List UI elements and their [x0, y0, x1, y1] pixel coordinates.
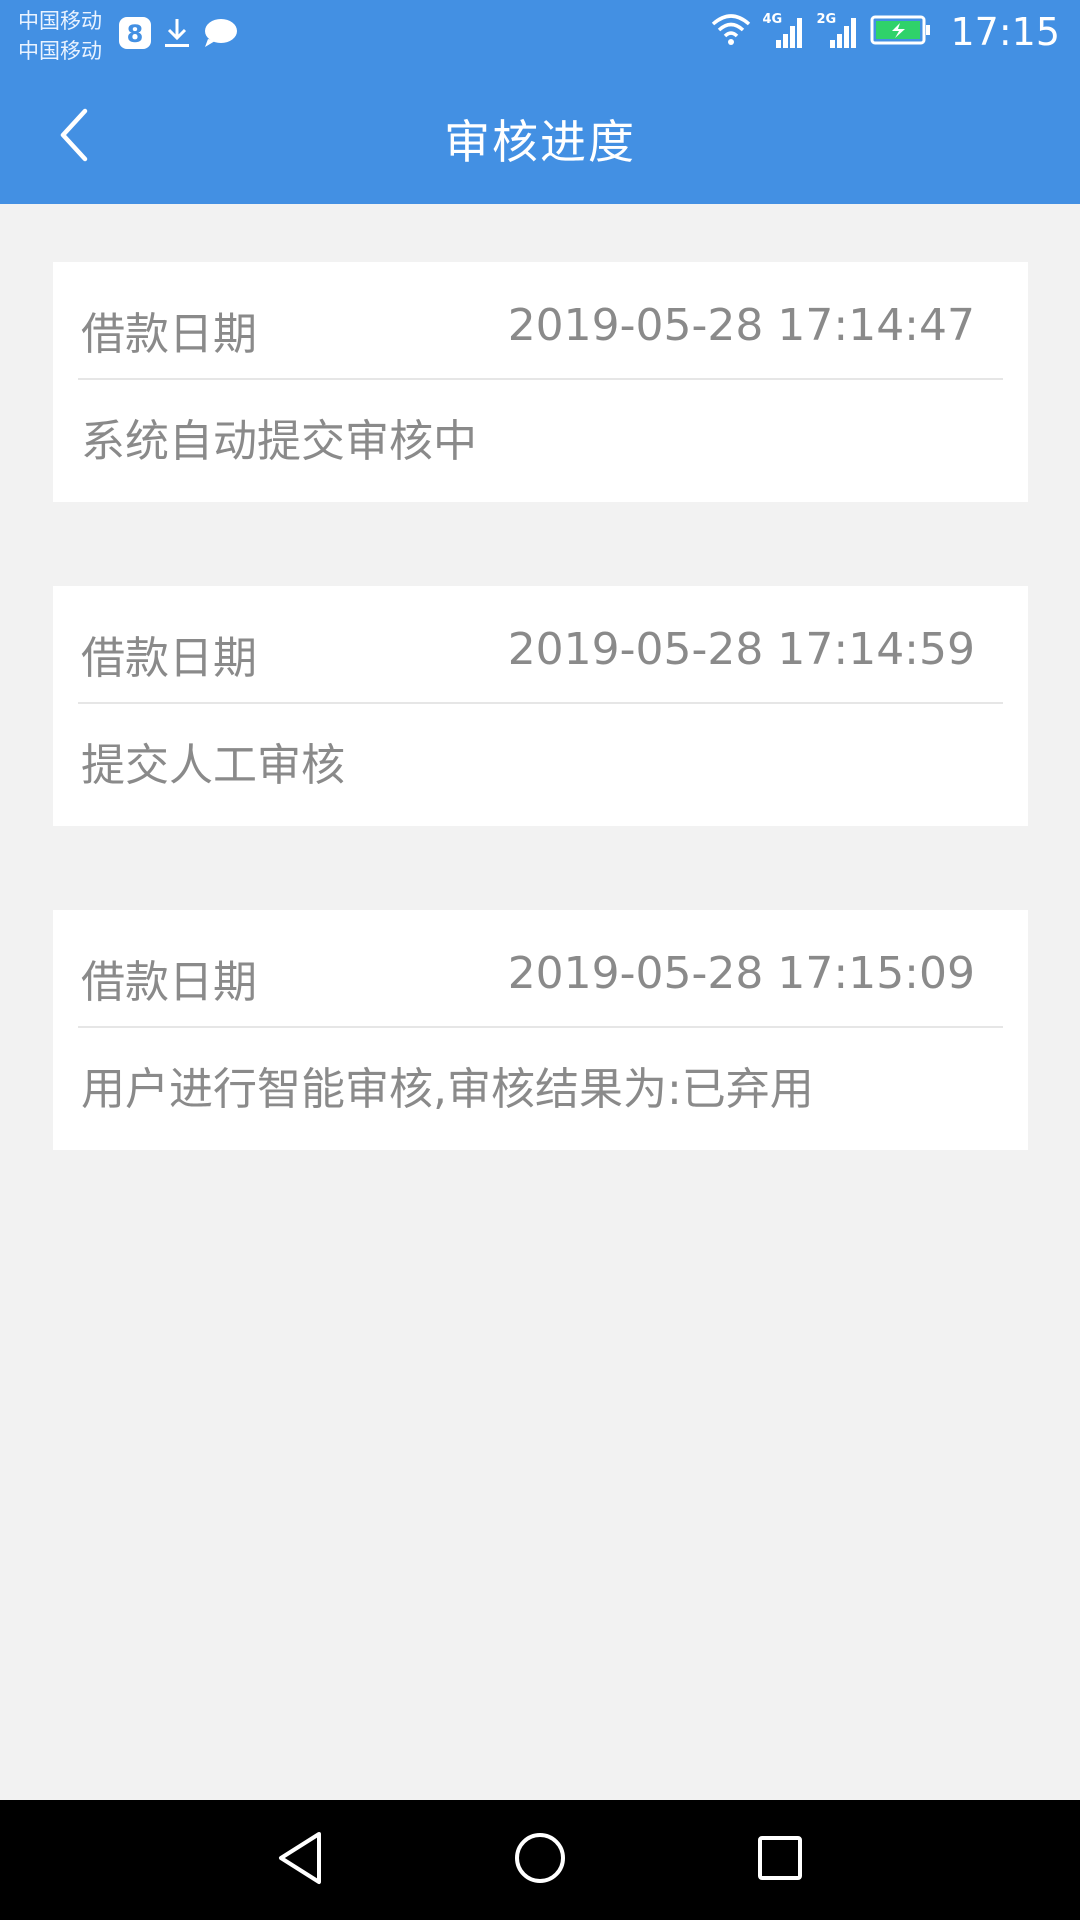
- date-value: 2019-05-28 17:14:47: [507, 300, 975, 351]
- download-icon: [162, 16, 192, 54]
- notification-icons: 8: [118, 16, 238, 54]
- square-recents-icon: [755, 1833, 805, 1887]
- nav-back-button[interactable]: [270, 1830, 330, 1890]
- battery-charging-icon: [870, 14, 932, 50]
- signal-2g-icon: 2G: [816, 12, 860, 52]
- date-label: 借款日期: [81, 309, 257, 360]
- circle-home-icon: [512, 1830, 568, 1890]
- card-header-row: 借款日期 2019-05-28 17:14:59: [78, 586, 1003, 704]
- carrier-2: 中国移动: [18, 39, 102, 63]
- date-label: 借款日期: [81, 633, 257, 684]
- system-status: 4G 2G 17:15: [710, 10, 1060, 54]
- status-description: 系统自动提交审核中: [81, 416, 477, 467]
- date-value: 2019-05-28 17:14:59: [507, 624, 975, 675]
- clock: 17:15: [950, 10, 1060, 54]
- system-nav-bar: [0, 1800, 1080, 1920]
- nav-home-button[interactable]: [510, 1830, 570, 1890]
- card-header-row: 借款日期 2019-05-28 17:14:47: [78, 262, 1003, 380]
- triangle-back-icon: [275, 1830, 325, 1890]
- card-header-row: 借款日期 2019-05-28 17:15:09: [78, 910, 1003, 1028]
- progress-card: 借款日期 2019-05-28 17:14:59 提交人工审核: [53, 586, 1028, 826]
- carrier-info: 中国移动 中国移动: [18, 6, 102, 66]
- status-bar: 中国移动 中国移动 8 4G 2G 17:15: [0, 0, 1080, 72]
- date-label: 借款日期: [81, 957, 257, 1008]
- svg-text:8: 8: [127, 20, 144, 48]
- page-title: 审核进度: [444, 115, 636, 169]
- status-description: 提交人工审核: [81, 740, 345, 791]
- progress-card: 借款日期 2019-05-28 17:15:09 用户进行智能审核,审核结果为:…: [53, 910, 1028, 1150]
- date-value: 2019-05-28 17:15:09: [507, 948, 975, 999]
- app-bar: 审核进度: [0, 72, 1080, 204]
- nav-recents-button[interactable]: [750, 1830, 810, 1890]
- message-icon: [202, 17, 238, 53]
- carrier-1: 中国移动: [18, 9, 102, 33]
- status-description: 用户进行智能审核,审核结果为:已弃用: [81, 1064, 814, 1115]
- signal-4g-icon: 4G: [762, 12, 806, 52]
- app-notification-icon: 8: [118, 16, 152, 54]
- wifi-icon: [710, 12, 752, 52]
- progress-card: 借款日期 2019-05-28 17:14:47 系统自动提交审核中: [53, 262, 1028, 502]
